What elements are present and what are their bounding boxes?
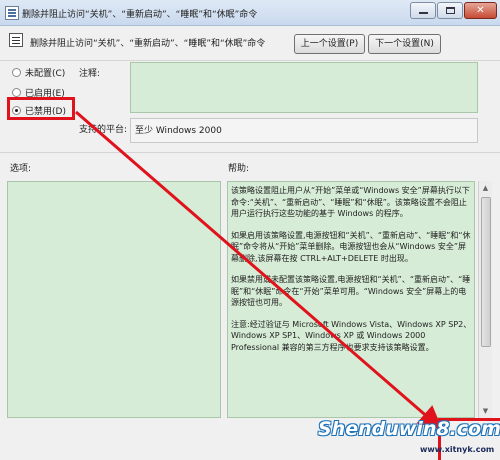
window-title: 删除并阻止访问“关机”、“重新启动”、“睡眠”和“休眠”命令	[22, 10, 258, 20]
platform-field: 至少 Windows 2000	[130, 118, 478, 143]
maximize-button[interactable]	[437, 2, 463, 19]
close-button[interactable]: ✕	[464, 2, 497, 19]
close-icon: ✕	[476, 5, 485, 16]
radio-label: 未配置(C)	[25, 69, 66, 79]
scroll-down-icon[interactable]: ▼	[479, 404, 492, 418]
divider	[0, 60, 500, 61]
help-paragraph: 如果启用该策略设置,电源按钮和“关机”、“重新启动”、“睡眠”和“休眠”命令将从…	[231, 230, 471, 263]
help-paragraph: 如果禁用或未配置该策略设置,电源按钮和“关机”、“重新启动”、“睡眠”和“休眠”…	[231, 275, 471, 307]
previous-setting-button[interactable]: 上一个设置(P)	[294, 34, 365, 54]
watermark-text: Shenduwin8.com	[318, 418, 500, 440]
help-scrollbar[interactable]: ▲ ▼	[478, 181, 492, 418]
policy-icon	[5, 6, 19, 20]
setting-title: 删除并阻止访问“关机”、“重新启动”、“睡眠”和“休眠”命令	[30, 39, 266, 49]
scroll-up-icon[interactable]: ▲	[479, 181, 492, 195]
radio-button[interactable]	[12, 68, 21, 77]
platform-label: 支持的平台:	[79, 125, 128, 135]
help-label: 帮助:	[228, 164, 250, 174]
scroll-thumb[interactable]	[481, 197, 491, 347]
help-paragraph: 注意:经过验证与 Microsoft Windows Vista、Windows…	[231, 319, 472, 352]
options-panel	[7, 181, 221, 418]
comment-label: 注释:	[79, 69, 101, 79]
options-label: 选项:	[10, 164, 32, 174]
annotation-highlight-box	[7, 97, 75, 120]
window-title-bar: 删除并阻止访问“关机”、“重新启动”、“睡眠”和“休眠”命令 ✕	[0, 0, 500, 26]
next-setting-button[interactable]: 下一个设置(N)	[368, 34, 441, 54]
comment-textarea[interactable]	[130, 62, 478, 113]
minimize-button[interactable]	[410, 2, 436, 19]
help-paragraph: 该策略设置阻止用户从“开始”菜单或“Windows 安全”屏幕执行以下命令:“关…	[231, 186, 470, 218]
maximize-icon	[445, 7, 455, 14]
help-text-panel: 该策略设置阻止用户从“开始”菜单或“Windows 安全”屏幕执行以下命令:“关…	[227, 181, 475, 418]
divider	[0, 152, 500, 153]
watermark-url: www.xitnyk.com	[420, 445, 495, 454]
radio-not-configured[interactable]: 未配置(C)	[12, 66, 65, 79]
platform-value: 至少 Windows 2000	[135, 126, 222, 136]
radio-button[interactable]	[12, 88, 21, 97]
setting-icon	[9, 33, 23, 47]
minimize-icon	[418, 12, 428, 14]
